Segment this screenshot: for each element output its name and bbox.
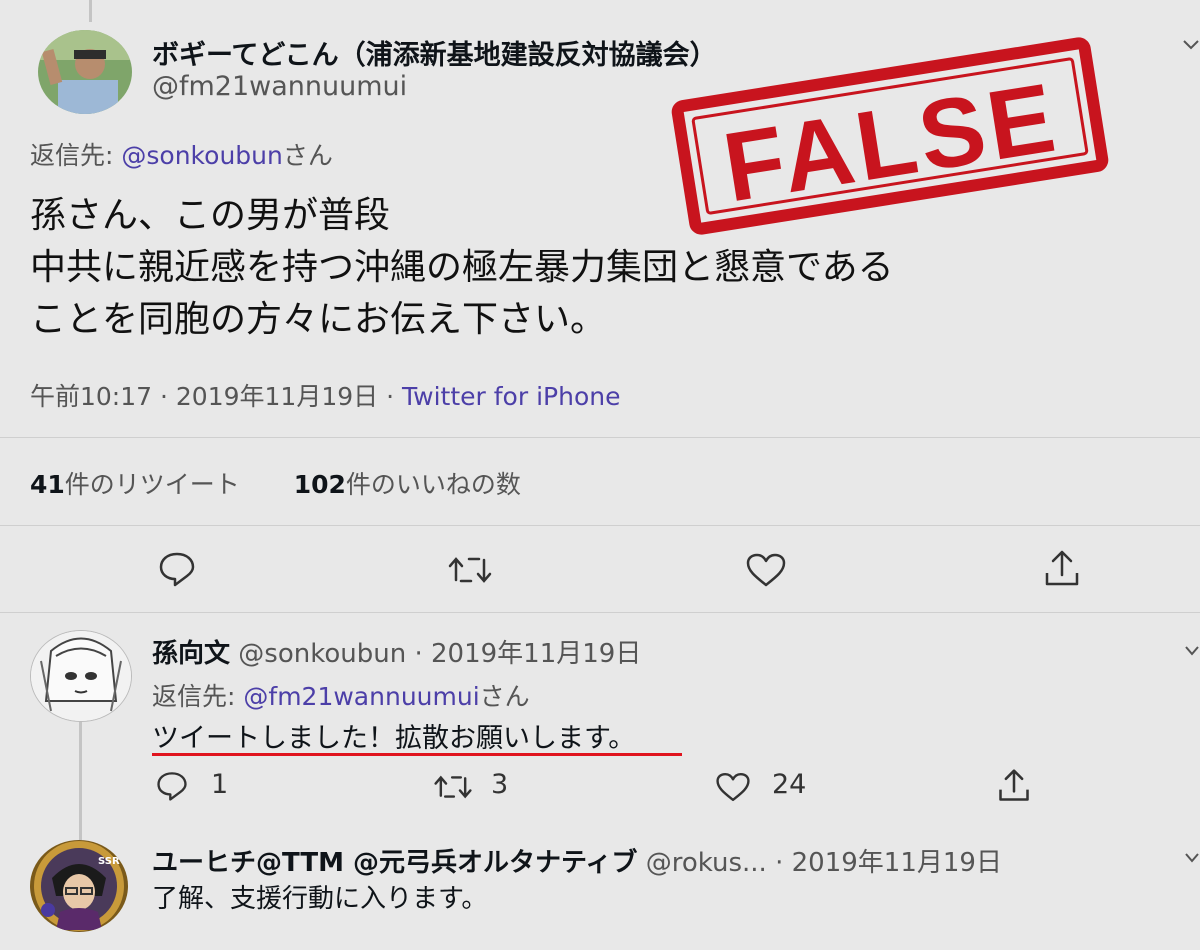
reply-prefix: 返信先: [152,682,236,711]
like-count-link[interactable]: 102件のいいねの数 [294,470,521,499]
reply1-text: ツイートしました！拡散お願いします。 [152,723,636,754]
reply1-share-button[interactable] [996,768,1032,804]
separator-dot: · [386,382,395,411]
reply1-reply-to: 返信先: @fm21wannuumuiさん [152,677,530,713]
share-upload-icon [1045,550,1079,586]
divider [0,612,1200,613]
like-button[interactable] [745,552,787,588]
reply1-retweet-button[interactable] [433,771,473,803]
reply-button[interactable] [157,550,197,588]
main-reply-to: 返信先: @sonkoubunさん [30,136,333,172]
reply-bubble-icon [159,552,195,587]
like-count-label: 件のいいねの数 [345,470,521,499]
main-timestamp-row: 午前10:17 · 2019年11月19日 · Twitter for iPho… [30,377,620,413]
retweet-count-label: 件のリツイート [64,470,240,499]
reply2-avatar[interactable]: SSR [30,840,128,932]
retweet-count: 41 [30,470,65,499]
reply1-handle[interactable]: @sonkoubun [238,639,406,669]
separator-dot: · [160,382,168,411]
avatar-photo [38,30,132,114]
divider [0,525,1200,526]
reply-to-handle-link[interactable]: @sonkoubun [121,141,282,170]
reply-suffix: さん [282,141,333,170]
reply-bubble-icon [157,772,187,801]
tweet-date-link[interactable]: 2019年11月19日 [176,382,378,411]
avatar-illustration [31,631,131,721]
retweet-count-link[interactable]: 41件のリツイート [30,470,240,499]
reply2-header: ユーヒチ@TTM @元弓兵オルタナティブ @rokus... · 2019年11… [152,842,1002,879]
share-button[interactable] [1042,549,1082,589]
svg-text:SSR: SSR [98,856,120,867]
reply1-date-link[interactable]: 2019年11月19日 [431,639,641,669]
reply2-more-chevron-icon[interactable] [1184,852,1200,864]
reply2-date-link[interactable]: 2019年11月19日 [792,848,1002,878]
avatar-illustration: SSR [34,841,124,931]
share-upload-icon [999,769,1029,801]
separator-dot: · [414,639,423,669]
reply1-display-name[interactable]: 孫向文 [152,639,230,669]
main-text-line-3: ことを同胞の方々にお伝え下さい。 [30,299,607,340]
reply-to-handle-link[interactable]: @fm21wannuumui [243,682,479,711]
reply-prefix: 返信先: [30,141,114,170]
reply2-display-name[interactable]: ユーヒチ@TTM @元弓兵オルタナティブ [152,848,637,878]
tweet-source-link[interactable]: Twitter for iPhone [402,382,620,411]
tweet-time-link[interactable]: 午前10:17 [30,382,152,411]
main-tweet-avatar[interactable] [38,30,132,114]
heart-icon [746,553,786,587]
heart-icon [716,772,750,802]
reply1-avatar[interactable] [30,630,132,722]
reply2-handle[interactable]: @rokus... [646,848,767,878]
retweet-icon [434,775,472,799]
retweet-button[interactable] [447,552,493,588]
engagement-counts: 41件のリツイート 102件のいいねの数 [30,465,521,501]
reply1-more-chevron-icon[interactable] [1184,645,1200,657]
thread-line-reply1 [79,722,82,840]
retweet-icon [448,557,492,583]
main-tweet-text: 孫さん、この男が普段 中共に親近感を持つ沖縄の極左暴力集団と懇意である ことを同… [30,190,894,346]
red-underline-annotation [152,753,682,756]
like-count: 102 [293,470,346,499]
main-text-line-2: 中共に親近感を持つ沖縄の極左暴力集団と懇意である [30,247,894,288]
reply1-retweet-count: 3 [491,769,509,800]
reply1-reply-button[interactable] [155,770,189,802]
separator-dot: · [775,848,784,878]
main-text-line-1: 孫さん、この男が普段 [30,195,391,236]
reply-suffix: さん [479,682,530,711]
main-handle[interactable]: @fm21wannuumui [152,71,407,102]
reply1-reply-count: 1 [211,769,229,800]
reply1-like-count: 24 [772,769,807,800]
reply2-text: 了解、支援行動に入ります。 [152,884,488,914]
thread-line-top [89,0,92,22]
reply1-like-button[interactable] [715,771,751,803]
reply1-header: 孫向文 @sonkoubun · 2019年11月19日 [152,633,641,670]
main-display-name[interactable]: ボギーてどこん（浦添新基地建設反対協議会） [152,33,717,72]
more-options-chevron-icon[interactable] [1182,38,1200,52]
divider [0,437,1200,438]
